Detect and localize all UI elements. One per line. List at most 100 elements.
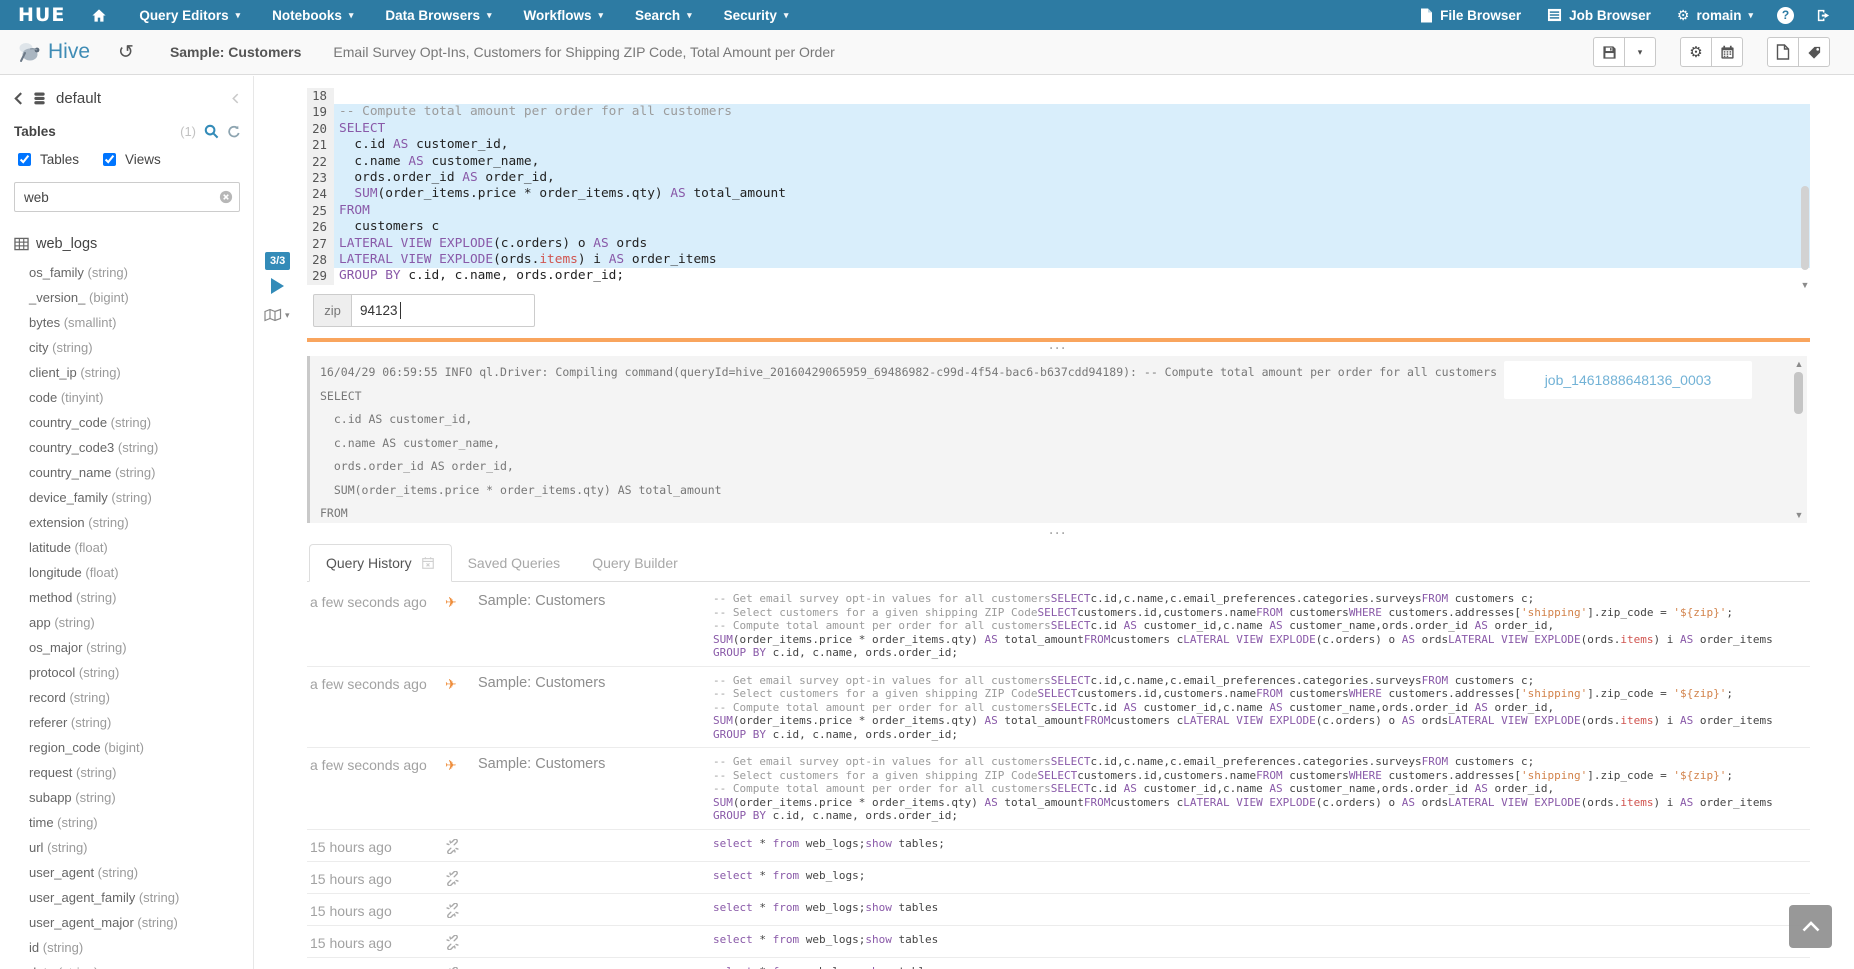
editor-line[interactable]: 18 (307, 88, 1810, 104)
job-browser-link[interactable]: Job Browser (1534, 0, 1664, 30)
home-button[interactable] (75, 8, 123, 23)
editor-line[interactable]: 23 ords.order_id AS order_id, (307, 170, 1810, 186)
editor-line[interactable]: 26 customers c (307, 219, 1810, 235)
column-item[interactable]: referer (string) (14, 710, 241, 735)
editor-options-control[interactable]: ▾ (264, 308, 290, 322)
column-item[interactable]: user_agent_family (string) (14, 885, 241, 910)
hue-logo[interactable]: HUE (18, 4, 65, 26)
table-search-input[interactable] (14, 182, 240, 212)
back-chevron-icon[interactable] (14, 92, 23, 105)
schedule-button[interactable] (1711, 37, 1743, 67)
history-icon[interactable]: ↺ (118, 41, 134, 64)
column-item[interactable]: app (string) (14, 610, 241, 635)
tags-button[interactable] (1798, 37, 1830, 67)
column-item[interactable]: code (tinyint) (14, 385, 241, 410)
user-menu[interactable]: ⚙ romain ▾ (1664, 0, 1766, 30)
file-browser-link[interactable]: File Browser (1407, 0, 1534, 30)
scroll-to-top-button[interactable] (1789, 905, 1832, 948)
history-row[interactable]: 15 hours agoselect * from web_logs;show … (307, 830, 1810, 862)
views-checkbox[interactable] (103, 153, 116, 166)
menu-notebooks[interactable]: Notebooks▾ (256, 0, 369, 30)
save-dropdown-button[interactable]: ▾ (1624, 37, 1656, 67)
table-item-web-logs[interactable]: web_logs (14, 236, 241, 252)
sql-code-editor[interactable]: 1819-- Compute total amount per order fo… (307, 88, 1810, 285)
history-resize-handle[interactable] (307, 528, 1810, 538)
filter-tables-toggle[interactable]: Tables (14, 150, 79, 169)
column-item[interactable]: country_name (string) (14, 460, 241, 485)
editor-line[interactable]: 25FROM (307, 203, 1810, 219)
column-item[interactable]: method (string) (14, 585, 241, 610)
history-row[interactable]: 15 hours agoselect * from web_logs; (307, 862, 1810, 894)
column-item[interactable]: os_family (string) (14, 260, 241, 285)
column-item[interactable]: country_code3 (string) (14, 435, 241, 460)
column-item[interactable]: latitude (float) (14, 535, 241, 560)
column-item[interactable]: _version_ (bigint) (14, 285, 241, 310)
filter-views-toggle[interactable]: Views (99, 150, 161, 169)
tab-query-builder[interactable]: Query Builder (576, 544, 694, 582)
scroll-up-icon[interactable]: ▲ (1793, 360, 1805, 369)
scroll-down-icon[interactable]: ▼ (1793, 511, 1805, 520)
editor-line[interactable]: 20SELECT (307, 121, 1810, 137)
log-resize-handle[interactable] (307, 343, 1810, 353)
scroll-down-icon[interactable]: ▼ (1799, 281, 1811, 290)
log-scrollbar[interactable]: ▲ ▼ (1793, 360, 1805, 520)
column-item[interactable]: os_major (string) (14, 635, 241, 660)
settings-button[interactable]: ⚙ (1680, 37, 1712, 67)
history-row[interactable]: a few seconds ago✈Sample: Customers-- Ge… (307, 748, 1810, 830)
logout-button[interactable] (1805, 0, 1842, 30)
clear-search-icon[interactable] (219, 190, 233, 204)
menu-data-browsers[interactable]: Data Browsers▾ (369, 0, 507, 30)
help-button[interactable]: ? (1766, 0, 1805, 30)
app-name[interactable]: Hive (48, 40, 90, 64)
column-item[interactable]: client_ip (string) (14, 360, 241, 385)
column-item[interactable]: user_agent_major (string) (14, 910, 241, 935)
save-button[interactable] (1593, 37, 1625, 67)
column-item[interactable]: extension (string) (14, 510, 241, 535)
editor-line[interactable]: 29GROUP BY c.id, c.name, ords.order_id; (307, 268, 1810, 284)
editor-scrollbar-thumb[interactable] (1801, 186, 1809, 270)
collapse-panel-icon[interactable] (232, 93, 239, 104)
column-item[interactable]: record (string) (14, 685, 241, 710)
menu-search[interactable]: Search▾ (619, 0, 708, 30)
editor-line[interactable]: 21 c.id AS customer_id, (307, 137, 1810, 153)
column-item[interactable]: region_code (bigint) (14, 735, 241, 760)
column-item[interactable]: device_family (string) (14, 485, 241, 510)
column-item[interactable]: longitude (float) (14, 560, 241, 585)
editor-line[interactable]: 22 c.name AS customer_name, (307, 154, 1810, 170)
history-row[interactable]: 15 hours agoselect * from web_logs;show … (307, 894, 1810, 926)
column-item[interactable]: date (string) (14, 960, 241, 969)
column-item[interactable]: bytes (smallint) (14, 310, 241, 335)
column-item[interactable]: url (string) (14, 835, 241, 860)
log-scrollbar-thumb[interactable] (1794, 372, 1803, 414)
variable-value-input[interactable] (352, 294, 535, 327)
history-row[interactable]: 15 hours agoselect * from web_logs;show … (307, 926, 1810, 958)
column-item[interactable]: id (string) (14, 935, 241, 960)
new-query-button[interactable] (1767, 37, 1799, 67)
refresh-icon[interactable] (227, 125, 241, 139)
editor-scrollbar[interactable]: ▼ (1799, 88, 1811, 288)
menu-security[interactable]: Security▾ (708, 0, 805, 30)
column-item[interactable]: city (string) (14, 335, 241, 360)
menu-query-editors[interactable]: Query Editors▾ (123, 0, 256, 30)
editor-line[interactable]: 27LATERAL VIEW EXPLODE(c.orders) o AS or… (307, 236, 1810, 252)
tables-checkbox[interactable] (18, 153, 31, 166)
column-item[interactable]: time (string) (14, 810, 241, 835)
column-item[interactable]: country_code (string) (14, 410, 241, 435)
menu-workflows[interactable]: Workflows▾ (508, 0, 620, 30)
history-row[interactable]: a few seconds ago✈Sample: Customers-- Ge… (307, 585, 1810, 667)
tab-saved-queries[interactable]: Saved Queries (452, 544, 577, 582)
execute-query-button[interactable] (271, 278, 284, 294)
column-item[interactable]: user_agent (string) (14, 860, 241, 885)
column-item[interactable]: subapp (string) (14, 785, 241, 810)
tab-query-history[interactable]: Query History (309, 544, 452, 582)
editor-line[interactable]: 19-- Compute total amount per order for … (307, 104, 1810, 120)
history-row[interactable]: 15 hours agoselect * from web_logs;show … (307, 958, 1810, 969)
history-row[interactable]: a few seconds ago✈Sample: Customers-- Ge… (307, 667, 1810, 749)
column-item[interactable]: protocol (string) (14, 660, 241, 685)
clear-history-icon[interactable] (421, 556, 435, 570)
column-item[interactable]: request (string) (14, 760, 241, 785)
editor-line[interactable]: 24 SUM(order_items.price * order_items.q… (307, 186, 1810, 202)
search-icon[interactable] (204, 124, 219, 139)
database-name[interactable]: default (56, 90, 101, 107)
job-link[interactable]: job_1461888648136_0003 (1545, 372, 1712, 388)
